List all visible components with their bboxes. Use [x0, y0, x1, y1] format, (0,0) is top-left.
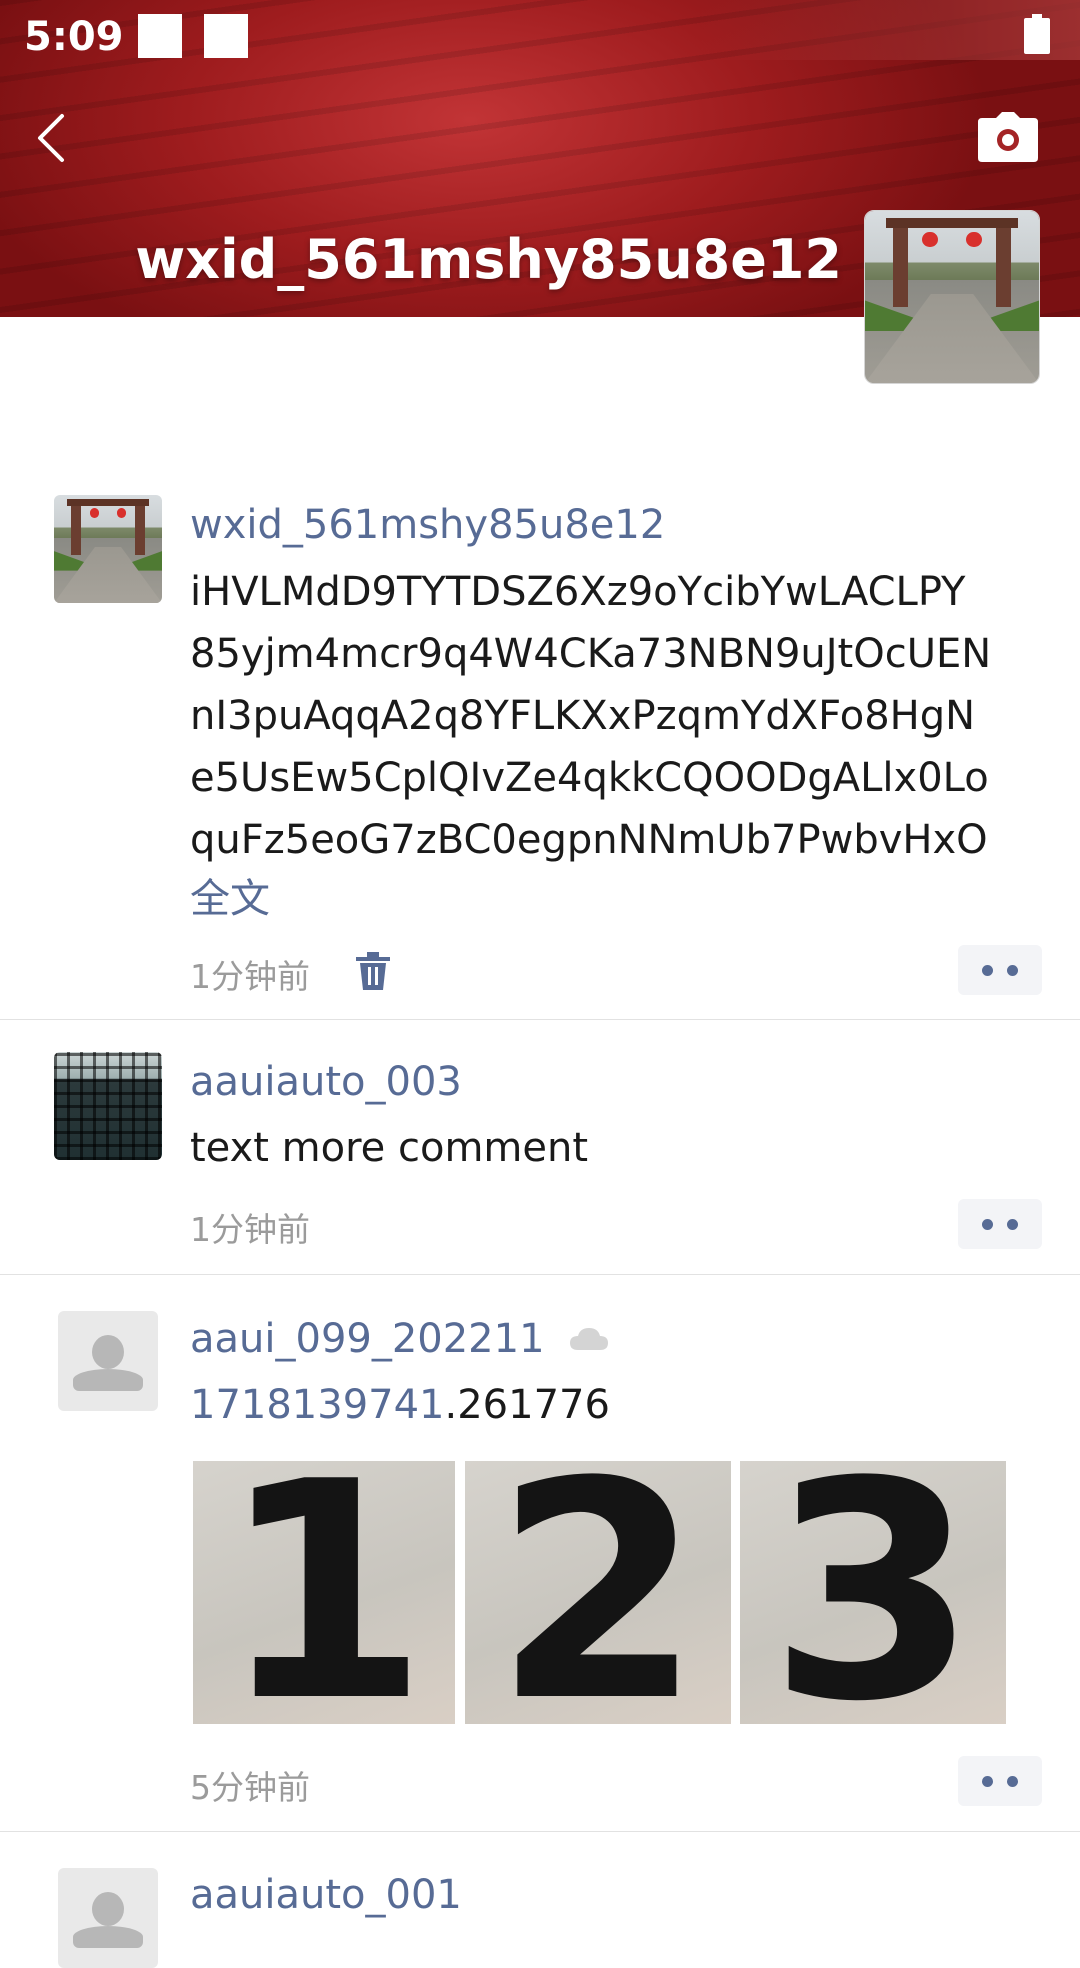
post-text: iHVLMdD9TYTDSZ6Xz9oYcibYwLACLPY 85yjm4mc…	[190, 569, 992, 863]
post-time: 5分钟前	[190, 1768, 310, 1807]
more-dots-icon	[1007, 1776, 1018, 1787]
post-text: 1718139741.261776	[190, 1374, 1040, 1436]
more-dots-icon	[982, 1776, 993, 1787]
post-time: 1分钟前	[190, 957, 310, 996]
post-avatar[interactable]	[54, 495, 162, 603]
post-photo[interactable]: 1	[193, 1461, 455, 1724]
more-dots-icon	[1007, 965, 1018, 976]
post-nickname[interactable]: aauiauto_003	[190, 1059, 462, 1105]
more-dots-icon	[982, 965, 993, 976]
post-time: 1分钟前	[190, 1210, 310, 1249]
photo-number: 1	[219, 1461, 429, 1724]
more-actions-button[interactable]	[958, 1199, 1042, 1249]
post-nickname[interactable]: aaui_099_202211	[190, 1316, 545, 1362]
post-text-rest: .261776	[444, 1382, 610, 1428]
more-actions-button[interactable]	[958, 1756, 1042, 1806]
post-text: text more comment	[190, 1125, 589, 1171]
status-time: 5:09	[24, 14, 124, 60]
post-avatar[interactable]	[58, 1311, 158, 1411]
photo-number: 2	[493, 1461, 703, 1724]
post-nickname[interactable]: wxid_561mshy85u8e12	[190, 502, 665, 548]
post-avatar[interactable]	[58, 1868, 158, 1968]
photo-number: 3	[768, 1461, 978, 1724]
post-divider	[0, 1274, 1080, 1275]
profile-avatar[interactable]	[864, 210, 1040, 384]
post-divider	[0, 1831, 1080, 1832]
camera-icon[interactable]	[978, 112, 1038, 162]
post-nickname[interactable]: aauiauto_001	[190, 1872, 462, 1918]
full-text-link[interactable]: 全文	[190, 866, 270, 924]
phone-number-link[interactable]: 1718139741	[190, 1382, 445, 1428]
back-arrow-icon[interactable]	[30, 108, 74, 168]
status-bar: 5:09	[0, 0, 1080, 75]
post-photo[interactable]: 2	[465, 1461, 731, 1724]
post-divider	[0, 1019, 1080, 1020]
cloud-icon	[570, 1328, 608, 1350]
more-dots-icon	[1007, 1219, 1018, 1230]
post-photo[interactable]: 3	[740, 1461, 1006, 1724]
battery-icon	[1024, 14, 1050, 54]
more-actions-button[interactable]	[958, 945, 1042, 995]
notification-icon	[138, 14, 182, 58]
trash-icon[interactable]	[356, 952, 390, 990]
profile-username: wxid_561mshy85u8e12	[135, 228, 842, 291]
post-avatar[interactable]	[54, 1052, 162, 1160]
more-dots-icon	[982, 1219, 993, 1230]
notification-icon	[204, 14, 248, 58]
